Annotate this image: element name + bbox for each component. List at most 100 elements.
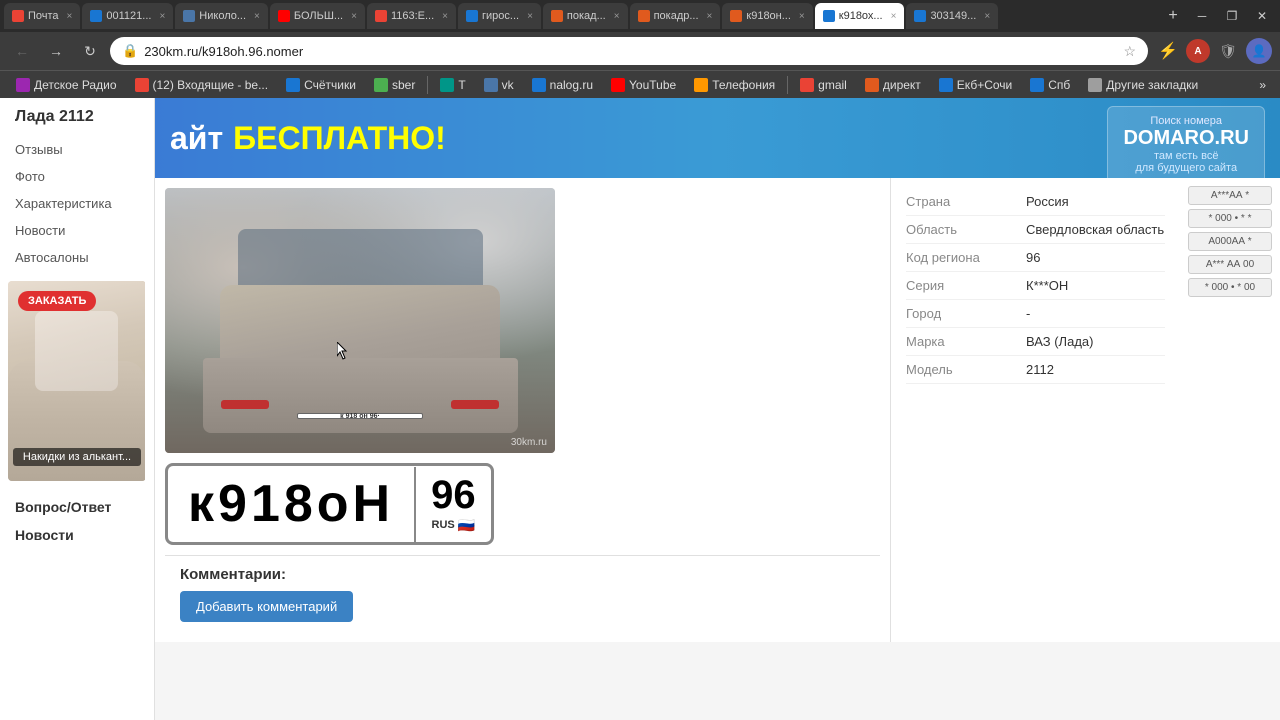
browser-tab[interactable]: к918он... × (722, 3, 812, 29)
address-bar[interactable]: 🔒 230km.ru/k918oh.96.nomer ☆ (110, 37, 1148, 65)
plate-variant-item[interactable]: А*** АА 00 (1188, 255, 1272, 274)
tab-label: 001121... (106, 10, 151, 22)
plate-variant-item[interactable]: * 000 • * * (1188, 209, 1272, 228)
bookmark-item[interactable]: Телефония (686, 76, 783, 94)
bookmark-item[interactable]: Спб (1022, 76, 1078, 94)
extensions-icon[interactable]: ⚡ (1154, 37, 1182, 65)
bookmark-item[interactable]: sber (366, 76, 423, 94)
sidebar-menu-item[interactable]: Автосалоны (0, 244, 154, 271)
extension2-icon[interactable]: 🛡 (1214, 37, 1242, 65)
browser-tab[interactable]: БОЛЬШ...× (270, 3, 365, 29)
bookmark-favicon (16, 78, 30, 92)
bookmark-favicon (1088, 78, 1102, 92)
browser-tab[interactable]: Почта× (4, 3, 80, 29)
tab-close-icon[interactable]: × (614, 11, 620, 22)
tab-close-icon[interactable]: × (159, 11, 165, 22)
bookmark-item[interactable]: директ (857, 76, 929, 94)
browser-tab[interactable]: гирос...× (458, 3, 541, 29)
bookmark-favicon (135, 78, 149, 92)
sidebar-section-link[interactable]: Вопрос/Ответ (0, 491, 154, 519)
browser-tab[interactable]: покадр...× (630, 3, 721, 29)
browser-tab[interactable]: 303149...× (906, 3, 998, 29)
forward-button[interactable]: → (42, 37, 70, 65)
tab-close-icon[interactable]: × (891, 11, 897, 22)
car-photo-watermark: 30km.ru (511, 437, 547, 448)
reload-button[interactable]: ↻ (76, 37, 104, 65)
sidebar-ad[interactable]: ЗАКАЗАТЬ Накидки из алькант... (8, 281, 146, 481)
tab-close-icon[interactable]: × (254, 11, 260, 22)
bookmark-star-icon[interactable]: ☆ (1123, 43, 1136, 60)
close-button[interactable]: ✕ (1248, 3, 1276, 29)
browser-tab[interactable]: Николо...× (175, 3, 268, 29)
add-comment-button[interactable]: Добавить комментарий (180, 591, 353, 622)
sidebar-menu-item[interactable]: Характеристика (0, 190, 154, 217)
car-right-light (451, 400, 498, 409)
comments-title: Комментарии: (180, 566, 865, 583)
tab-label: покад... (567, 10, 606, 22)
tab-close-icon[interactable]: × (67, 11, 73, 22)
adblock-icon[interactable]: A (1186, 39, 1210, 63)
plate-variant-item[interactable]: А***АА * (1188, 186, 1272, 205)
bookmark-item[interactable]: Другие закладки (1080, 76, 1206, 94)
plate-variant-item[interactable]: А000АА * (1188, 232, 1272, 251)
bookmark-item[interactable]: (12) Входящие - be... (127, 76, 277, 94)
sidebar-menu-item[interactable]: Отзывы (0, 136, 154, 163)
info-label: Область (906, 222, 1026, 237)
tab-close-icon[interactable]: × (984, 11, 990, 22)
tab-close-icon[interactable]: × (527, 11, 533, 22)
tab-favicon (466, 10, 478, 22)
sidebar-section-link[interactable]: Новости (0, 519, 154, 547)
content-area: к 918 он 96· 30km.ru к918оН 96 (155, 178, 1280, 642)
info-value: 2112 (1026, 362, 1165, 377)
bookmark-item[interactable]: Детское Радио (8, 76, 125, 94)
plate-variant-item[interactable]: * 000 • * 00 (1188, 278, 1272, 297)
bookmarks-bar: Детское Радио (12) Входящие - be...Счётчи… (0, 70, 1280, 98)
tab-label: к918он... (746, 10, 791, 22)
tab-close-icon[interactable]: × (351, 11, 357, 22)
banner-domain: DOMARO.RU (1123, 127, 1249, 150)
banner-text2: БЕСПЛАТНО! (233, 120, 446, 157)
bookmark-favicon (440, 78, 454, 92)
browser-tab[interactable]: к918ох...× (815, 3, 905, 29)
info-label: Страна (906, 194, 1026, 209)
bookmark-favicon (939, 78, 953, 92)
plate-main-text: к918оН (168, 466, 414, 542)
bookmark-item[interactable]: Счётчики (278, 76, 364, 94)
info-label: Марка (906, 334, 1026, 349)
bookmark-item[interactable]: Екб+Сочи (931, 76, 1020, 94)
bookmark-label: Детское Радио (34, 78, 117, 92)
tab-close-icon[interactable]: × (799, 11, 805, 22)
user-avatar[interactable]: 👤 (1246, 38, 1272, 64)
browser-tab[interactable]: 001121... × (82, 3, 173, 29)
minimize-button[interactable]: ─ (1188, 3, 1216, 29)
sidebar-menu-item[interactable]: Фото (0, 163, 154, 190)
main-content[interactable]: айт БЕСПЛАТНО! Поиск номера DOMARO.RU та… (155, 98, 1280, 720)
browser-tab[interactable]: покад... × (543, 3, 628, 29)
bookmark-favicon (532, 78, 546, 92)
bookmarks-more-button[interactable]: » (1253, 76, 1272, 94)
bookmark-item[interactable]: YouTube (603, 76, 684, 94)
sidebar-menu-item[interactable]: Новости (0, 217, 154, 244)
tab-favicon (90, 10, 102, 22)
bookmark-item[interactable]: nalog.ru (524, 76, 601, 94)
bookmark-item[interactable]: Т (432, 76, 473, 94)
navigation-bar: ← → ↻ 🔒 230km.ru/k918oh.96.nomer ☆ ⚡ A 🛡… (0, 32, 1280, 70)
banner-tagline1: там есть всё (1123, 150, 1249, 162)
back-button[interactable]: ← (8, 37, 36, 65)
browser-tab[interactable]: 1163:Е...× (367, 3, 456, 29)
bookmark-favicon (374, 78, 388, 92)
tab-close-icon[interactable]: × (442, 11, 448, 22)
comments-section: Комментарии: Добавить комментарий (165, 555, 880, 632)
sidebar-ad-button[interactable]: ЗАКАЗАТЬ (18, 291, 96, 311)
sidebar-menu: ОтзывыФотоХарактеристикаНовостиАвтосалон… (0, 136, 154, 271)
new-tab-button[interactable]: + (1160, 3, 1186, 29)
bookmark-item[interactable]: vk (476, 76, 522, 94)
banner-text1: айт (170, 120, 223, 157)
info-label: Город (906, 306, 1026, 321)
bookmark-item[interactable]: gmail (792, 76, 855, 94)
maximize-button[interactable]: ❐ (1218, 3, 1246, 29)
bookmark-label: sber (392, 78, 415, 92)
tab-bar: Почта×001121...×Николо...×БОЛЬШ...×1163:… (0, 0, 1280, 32)
tab-close-icon[interactable]: × (707, 11, 713, 22)
banner-ad-right[interactable]: Поиск номера DOMARO.RU там есть всё для … (1107, 106, 1265, 178)
